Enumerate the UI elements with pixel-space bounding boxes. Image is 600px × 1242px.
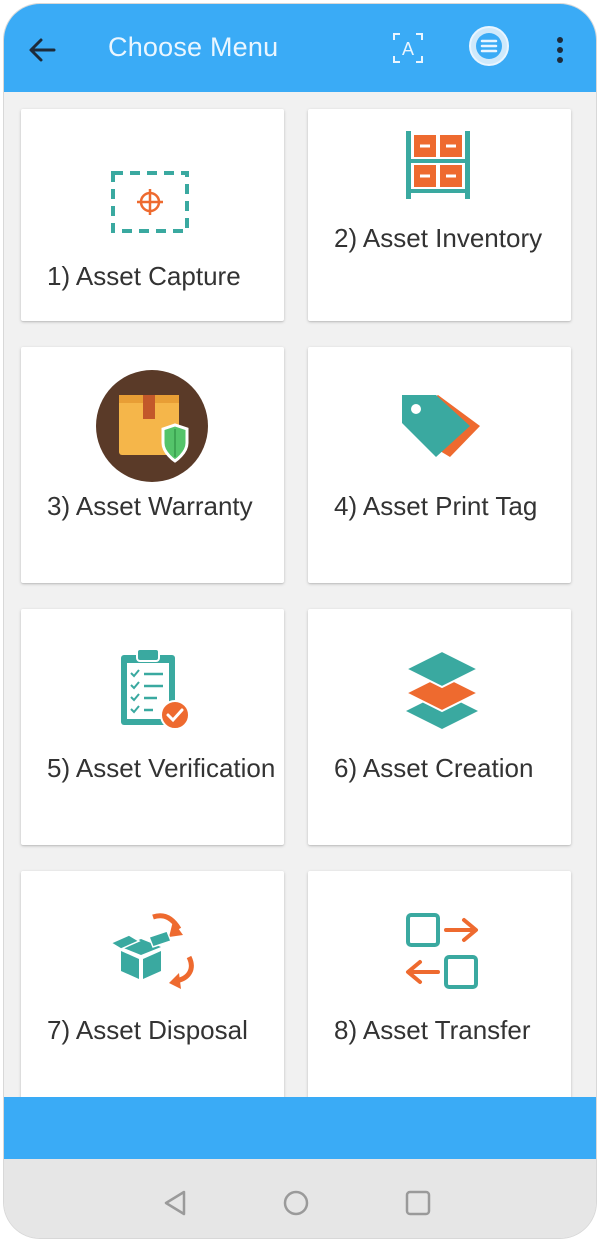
menu-card-asset-print-tag[interactable]: 4) Asset Print Tag (308, 347, 571, 583)
menu-card-asset-inventory[interactable]: 2) Asset Inventory (308, 109, 571, 321)
system-nav-bar (4, 1159, 596, 1238)
menu-card-label: 5) Asset Verification (47, 753, 276, 783)
recycle-box-icon (109, 911, 199, 996)
warranty-box-shield-icon (95, 369, 209, 488)
menu-card-label: 7) Asset Disposal (47, 1015, 248, 1045)
transfer-arrows-icon (402, 911, 482, 996)
price-tag-icon (398, 391, 484, 466)
menu-card-label: 4) Asset Print Tag (334, 491, 538, 521)
list-menu-icon[interactable] (467, 24, 511, 68)
text-scan-icon[interactable]: A (388, 28, 428, 68)
warehouse-shelf-icon (402, 131, 474, 204)
layers-icon (403, 649, 481, 734)
bottom-bar (4, 1097, 596, 1159)
menu-card-asset-warranty[interactable]: 3) Asset Warranty (21, 347, 284, 583)
menu-card-label: 8) Asset Transfer (334, 1015, 531, 1045)
menu-card-asset-disposal[interactable]: 7) Asset Disposal (21, 871, 284, 1097)
phone-screen: Choose Menu A 1) Asset Capture 2) Asset … (4, 4, 596, 1238)
back-arrow-icon[interactable] (22, 30, 62, 70)
clipboard-check-icon (117, 647, 195, 736)
text-scan-letter: A (402, 39, 414, 59)
page-title: Choose Menu (108, 32, 279, 62)
menu-grid: 1) Asset Capture 2) Asset Inventory 3) A… (4, 92, 596, 1097)
capture-frame-icon (109, 169, 191, 240)
nav-back-icon[interactable] (156, 1183, 196, 1223)
menu-card-label: 2) Asset Inventory (334, 223, 543, 253)
menu-card-label: 1) Asset Capture (47, 261, 241, 291)
more-vert-icon[interactable] (550, 30, 570, 70)
nav-recents-icon[interactable] (398, 1183, 438, 1223)
menu-card-label: 3) Asset Warranty (47, 491, 253, 521)
menu-card-asset-transfer[interactable]: 8) Asset Transfer (308, 871, 571, 1097)
menu-card-label: 6) Asset Creation (334, 753, 534, 783)
menu-card-asset-verification[interactable]: 5) Asset Verification (21, 609, 284, 845)
menu-card-asset-creation[interactable]: 6) Asset Creation (308, 609, 571, 845)
app-bar: Choose Menu A (4, 4, 596, 92)
nav-home-icon[interactable] (276, 1183, 316, 1223)
menu-card-asset-capture[interactable]: 1) Asset Capture (21, 109, 284, 321)
